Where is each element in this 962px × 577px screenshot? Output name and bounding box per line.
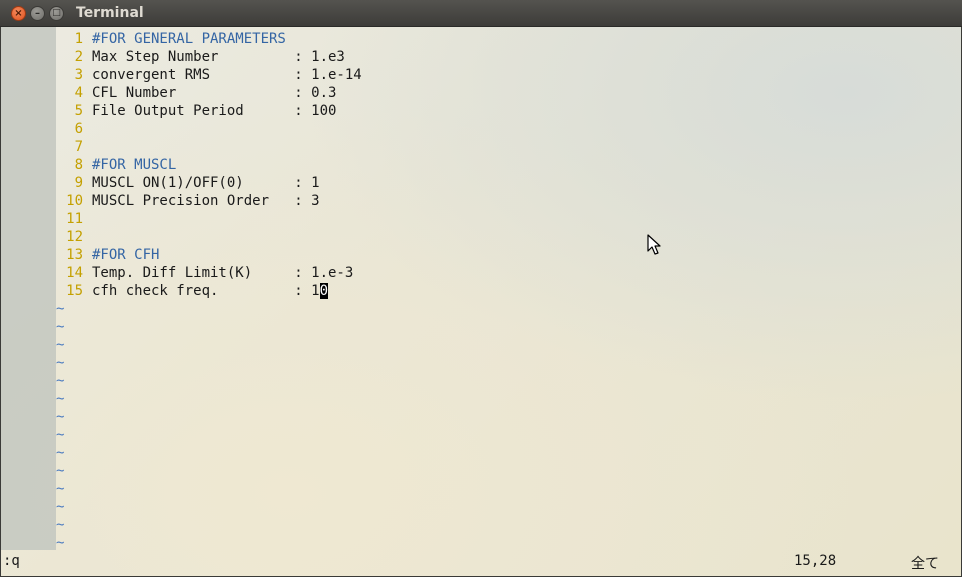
line-number: 3 — [74, 67, 83, 83]
editor-line[interactable]: 13 #FOR CFH — [1, 246, 159, 264]
line-number: 4 — [74, 85, 83, 101]
tilde-marker: ~ — [56, 445, 65, 461]
editor-line[interactable]: 10 MUSCL Precision Order : 3 — [1, 192, 320, 210]
line-number: 5 — [74, 103, 83, 119]
tilde-marker: ~ — [56, 409, 65, 425]
line-number: 7 — [74, 139, 83, 155]
editor-line[interactable]: 14 Temp. Diff Limit(K) : 1.e-3 — [1, 264, 353, 282]
maximize-icon[interactable]: □ — [49, 6, 64, 21]
line-number: 2 — [74, 49, 83, 65]
line-text: MUSCL ON(1)/OFF(0) : 1 — [92, 175, 320, 191]
command-text: :q — [3, 553, 20, 569]
line-text: File Output Period : 100 — [92, 103, 337, 119]
tilde-marker: ~ — [56, 499, 65, 515]
editor-line[interactable]: 11 — [1, 210, 92, 228]
editor-line[interactable]: 3 convergent RMS : 1.e-14 — [1, 66, 362, 84]
line-text: CFL Number : 0.3 — [92, 85, 337, 101]
editor-line[interactable]: 4 CFL Number : 0.3 — [1, 84, 337, 102]
line-number: 6 — [74, 121, 83, 137]
vim-command-line[interactable]: :q 15,28 全て — [1, 550, 961, 576]
line-number: 11 — [66, 211, 83, 227]
line-number: 15 — [66, 283, 83, 299]
line-text: Max Step Number : 1.e3 — [92, 49, 345, 65]
comment-text: #FOR CFH — [92, 247, 160, 263]
editor-line[interactable]: 7 — [1, 138, 92, 156]
line-number: 8 — [74, 157, 83, 173]
tilde-marker: ~ — [56, 427, 65, 443]
tilde-marker: ~ — [56, 373, 65, 389]
editor-line[interactable]: 8 #FOR MUSCL — [1, 156, 177, 174]
line-number: 12 — [66, 229, 83, 245]
editor-line[interactable]: 15 cfh check freq. : 10 — [1, 282, 329, 300]
comment-text: #FOR GENERAL PARAMETERS — [92, 31, 286, 47]
line-text: cfh check freq. : 10 — [92, 283, 329, 299]
tilde-marker: ~ — [56, 391, 65, 407]
line-text: Temp. Diff Limit(K) : 1.e-3 — [92, 265, 354, 281]
scroll-percentage: 全て — [911, 556, 939, 572]
editor-line[interactable]: 1 #FOR GENERAL PARAMETERS — [1, 30, 286, 48]
tilde-marker: ~ — [56, 301, 65, 317]
terminal-area[interactable]: 1 #FOR GENERAL PARAMETERS 2 Max Step Number… — [1, 27, 961, 576]
editor-line[interactable]: 9 MUSCL ON(1)/OFF(0) : 1 — [1, 174, 320, 192]
line-number: 13 — [66, 247, 83, 263]
window-title: Terminal — [76, 5, 144, 21]
line-number: 9 — [74, 175, 83, 191]
editor-line[interactable]: 12 — [1, 228, 92, 246]
minimize-icon[interactable]: – — [30, 6, 45, 21]
tilde-marker: ~ — [56, 319, 65, 335]
tilde-marker: ~ — [56, 337, 65, 353]
tilde-marker: ~ — [56, 355, 65, 371]
editor-line[interactable]: 2 Max Step Number : 1.e3 — [1, 48, 345, 66]
editor-line[interactable]: 6 — [1, 120, 92, 138]
line-number: 1 — [74, 31, 83, 47]
tilde-marker: ~ — [56, 481, 65, 497]
tilde-marker: ~ — [56, 517, 65, 533]
comment-text: #FOR MUSCL — [92, 157, 177, 173]
text-cursor: 0 — [319, 283, 329, 299]
line-number: 10 — [66, 193, 83, 209]
tilde-marker: ~ — [56, 463, 65, 479]
line-number: 14 — [66, 265, 83, 281]
line-text: MUSCL Precision Order : 3 — [92, 193, 320, 209]
mouse-pointer-icon — [647, 234, 661, 255]
editor-line[interactable]: 5 File Output Period : 100 — [1, 102, 337, 120]
window-titlebar[interactable]: × – □ Terminal — [0, 0, 962, 27]
line-text-before-cursor: cfh check freq. : 1 — [92, 283, 320, 299]
cursor-position: 15,28 — [794, 553, 837, 569]
line-text: convergent RMS : 1.e-14 — [92, 67, 362, 83]
close-icon[interactable]: × — [11, 6, 26, 21]
